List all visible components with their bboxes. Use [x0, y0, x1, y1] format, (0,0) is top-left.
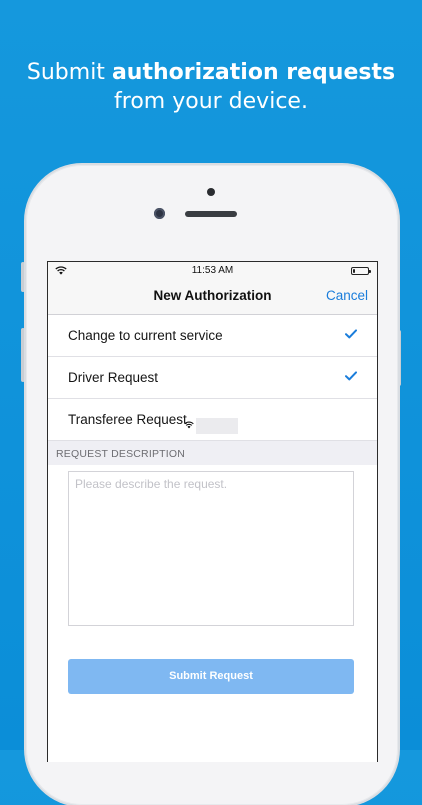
headline-line-2: from your device.	[114, 89, 308, 114]
speaker-icon	[185, 211, 237, 217]
phone-mute-switch	[21, 262, 25, 292]
submit-request-button[interactable]: Submit Request	[68, 659, 354, 694]
status-bar: 11:53 AM	[48, 262, 377, 280]
request-type-list: Change to current service Driver Request…	[48, 315, 377, 441]
section-header-label: REQUEST DESCRIPTION	[56, 448, 186, 460]
checkmark-icon	[345, 371, 357, 381]
headline-line-1: Submit authorization requests	[0, 58, 422, 87]
description-textarea[interactable]: Please describe the request.	[68, 471, 354, 626]
section-header: REQUEST DESCRIPTION	[48, 441, 377, 465]
option-transferee-request[interactable]: Transferee Request	[48, 399, 377, 441]
description-section: Please describe the request. Submit Requ…	[48, 465, 377, 762]
headline-bold: authorization requests	[111, 60, 396, 85]
proximity-sensor	[207, 188, 215, 196]
option-driver-request[interactable]: Driver Request	[48, 357, 377, 399]
battery-icon	[351, 267, 371, 275]
camera-icon	[154, 208, 165, 219]
headline-prefix: Submit	[26, 60, 112, 85]
battery-level	[353, 269, 355, 273]
checkmark-icon	[345, 329, 357, 339]
phone-screen: 11:53 AM New Authorization Cancel Change…	[47, 261, 378, 762]
phone-volume-button	[21, 328, 25, 382]
option-label: Transferee Request	[68, 412, 187, 427]
option-label: Change to current service	[68, 328, 223, 343]
wifi-icon	[184, 421, 194, 429]
description-placeholder: Please describe the request.	[75, 477, 228, 491]
overlay-artifact	[196, 418, 238, 434]
option-label: Driver Request	[68, 370, 159, 385]
headline: Submit authorization requests from your …	[0, 58, 422, 116]
status-time: 11:53 AM	[191, 265, 234, 276]
option-change-to-current-service[interactable]: Change to current service	[48, 315, 377, 357]
navigation-bar: New Authorization Cancel	[48, 280, 377, 315]
cancel-button[interactable]: Cancel	[326, 288, 368, 303]
